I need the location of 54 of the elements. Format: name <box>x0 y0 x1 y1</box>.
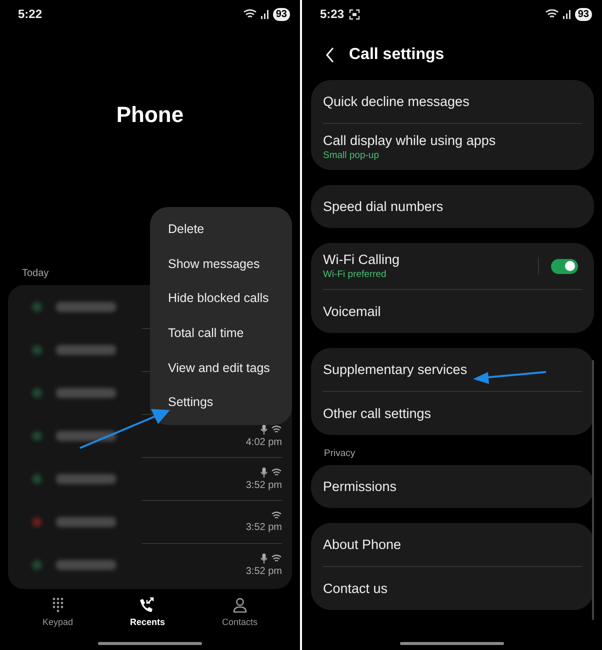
call-time: 3:52 pm <box>246 566 282 576</box>
call-time: 4:02 pm <box>246 436 282 448</box>
app-title: Phone <box>115 102 185 128</box>
menu-item[interactable]: View and edit tags <box>150 350 292 385</box>
blurred-name <box>56 560 116 570</box>
wifi-icon <box>544 9 559 19</box>
menu-item[interactable]: Total call time <box>150 316 292 350</box>
blurred-name <box>56 474 116 484</box>
screenshot-icon <box>349 8 360 20</box>
setting-value: Wi-Fi preferred <box>323 269 388 280</box>
blurred-name <box>56 388 116 398</box>
person-icon <box>232 597 248 613</box>
nav-tab[interactable]: Recents <box>126 597 169 627</box>
wifi-icon <box>271 554 282 562</box>
status-time: 5:23 <box>320 7 344 21</box>
section-label: Today <box>22 268 50 279</box>
battery-level: 93 <box>574 8 592 20</box>
wifi-icon <box>271 510 282 520</box>
nav-tab[interactable]: Contacts <box>218 597 262 627</box>
page-title: Call settings <box>349 46 444 64</box>
wifi-icon <box>271 424 282 434</box>
signal-icon <box>260 9 270 19</box>
menu-item[interactable]: Delete <box>150 212 292 247</box>
back-icon[interactable] <box>325 47 335 63</box>
setting-label[interactable]: Speed dial numbers <box>323 199 582 214</box>
setting-label[interactable]: Contact us <box>323 581 582 596</box>
menu-item[interactable]: Settings <box>150 384 292 420</box>
blurred-name <box>56 430 116 440</box>
status-time: 5:22 <box>18 7 42 21</box>
setting-label[interactable]: Quick decline messages <box>323 94 582 109</box>
toggle-switch[interactable] <box>551 258 578 274</box>
setting-label[interactable]: About Phone <box>323 537 582 552</box>
keypad-icon <box>50 597 65 613</box>
setting-label[interactable]: Other call settings <box>323 406 582 421</box>
blurred-name <box>56 302 116 312</box>
blurred-name <box>56 344 116 354</box>
section-label: Privacy <box>324 448 356 459</box>
wifi-icon <box>271 468 282 476</box>
setting-label[interactable]: Call display while using apps <box>323 133 582 148</box>
blurred-name <box>56 516 116 526</box>
call-time: 3:52 pm <box>246 480 282 490</box>
nav-tab[interactable]: Keypad <box>38 597 78 627</box>
battery-level: 93 <box>272 8 290 20</box>
setting-label[interactable]: Permissions <box>323 479 582 494</box>
wifi-icon <box>242 9 257 19</box>
setting-label[interactable]: Supplementary services <box>323 362 582 377</box>
call-time: 3:52 pm <box>246 522 282 532</box>
setting-label[interactable]: Voicemail <box>323 304 582 319</box>
setting-value: Small pop-up <box>323 150 380 161</box>
menu-item[interactable]: Show messages <box>150 246 292 282</box>
menu-item[interactable]: Hide blocked calls <box>150 281 292 316</box>
phone-arrows-icon <box>138 597 156 613</box>
signal-icon <box>562 9 572 19</box>
setting-label[interactable]: Wi-Fi Calling <box>323 252 538 267</box>
